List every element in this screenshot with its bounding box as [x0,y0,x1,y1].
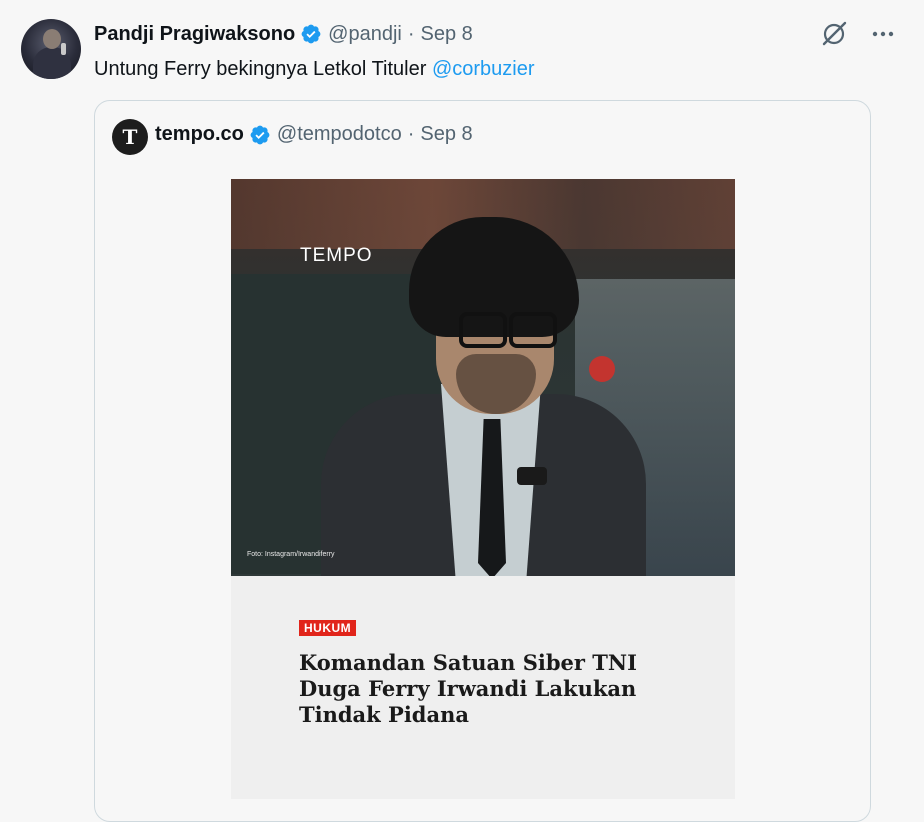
news-photo: TEMPO Foto: Instagram/Irwandiferry [231,179,735,576]
more-icon[interactable] [870,21,896,47]
author-avatar[interactable] [21,19,81,79]
tweet-actions [820,20,896,48]
mention-link[interactable]: @corbuzier [432,58,535,80]
headline-line: Tindak Pidana [299,702,469,727]
avatar-microphone [61,43,66,55]
separator-dot: · [407,22,415,45]
headline-line: Komandan Satuan Siber TNI [299,650,637,675]
verified-badge-icon [250,125,270,144]
quoted-author-handle[interactable]: @tempodotco [277,123,402,146]
author-handle[interactable]: @pandji [328,23,402,46]
separator-dot: · [407,123,415,145]
tweet-header: Pandji Pragiwaksono @pandji · Sep 8 [94,21,473,47]
grok-icon[interactable] [820,20,848,48]
tweet-text: Untung Ferry bekingnya Letkol Tituler @c… [94,56,535,82]
quoted-tweet[interactable]: T tempo.co @tempodotco · Sep 8 TEMPO Fot… [94,100,871,822]
quoted-author-name[interactable]: tempo.co [155,123,244,146]
quoted-avatar-letter: T [122,125,138,149]
author-name[interactable]: Pandji Pragiwaksono [94,23,295,46]
avatar-figure-head [43,29,61,49]
news-headline: Komandan Satuan Siber TNI Duga Ferry Irw… [299,650,679,728]
quoted-tweet-date[interactable]: Sep 8 [420,123,472,146]
tweet: Pandji Pragiwaksono @pandji · Sep 8 Untu… [0,0,924,822]
tweet-date[interactable]: Sep 8 [421,23,473,46]
category-badge: HUKUM [299,620,357,636]
photo-glasses-right [509,312,557,348]
quoted-tweet-header: tempo.co @tempodotco · Sep 8 [155,123,473,146]
verified-badge-icon [301,24,321,44]
photo-credit: Foto: Instagram/Irwandiferry [247,551,335,558]
quoted-media-image[interactable]: TEMPO Foto: Instagram/Irwandiferry HUKUM… [231,179,735,799]
tempo-wordmark: TEMPO [300,245,373,266]
tweet-text-body: Untung Ferry bekingnya Letkol Tituler [94,58,432,80]
headline-line: Duga Ferry Irwandi Lakukan [299,676,637,701]
photo-red-object [589,356,615,382]
quoted-author-avatar[interactable]: T [112,119,148,155]
photo-glasses-left [459,312,507,348]
news-card-body: HUKUM Komandan Satuan Siber TNI Duga Fer… [231,576,735,799]
photo-clip-mic [517,467,547,485]
